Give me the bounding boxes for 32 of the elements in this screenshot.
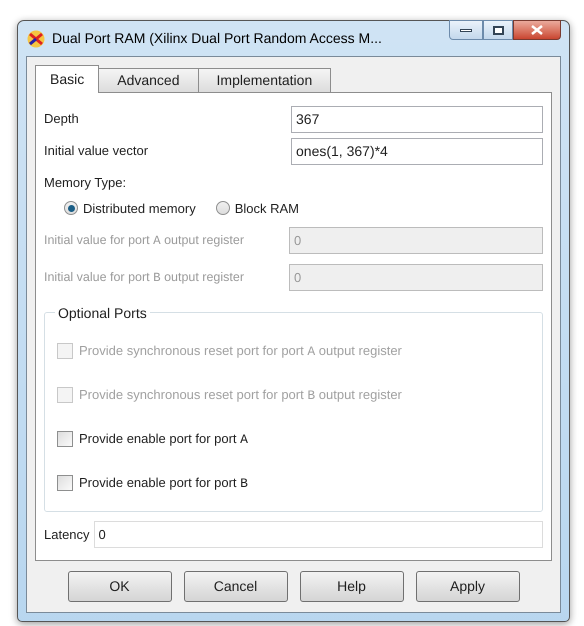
dialog-button[interactable]: OK [68,571,172,602]
minimize-button[interactable] [449,20,483,40]
close-button[interactable] [513,20,561,40]
radio-label: Block RAM [234,200,299,218]
section-label: Memory Type: [44,174,128,192]
field-label: Initial value for port B output register [44,268,245,287]
input-field[interactable]: 367 [291,106,543,132]
field-label: Initial value vector [44,142,150,160]
field-label: Initial value for port A output register [44,232,245,250]
checkbox-label: Provide enable port for port B [79,474,248,493]
tab[interactable]: Basic [35,65,100,93]
checkbox-label: Provide enable port for port A [79,430,248,449]
close-icon [531,25,543,35]
dialog-button[interactable]: Cancel [184,571,288,602]
maximize-button[interactable] [483,20,513,40]
tab[interactable]: Advanced [98,68,199,92]
input-field[interactable]: 0 [94,521,543,548]
input-field[interactable]: ones(1, 367)*4 [291,138,543,164]
app-logo-icon [27,30,45,48]
dialog-button[interactable]: Help [300,571,404,602]
checkbox[interactable] [57,431,73,447]
checkbox[interactable] [57,475,73,491]
radio-button[interactable] [216,201,230,216]
dialog-button[interactable]: Apply [416,571,520,602]
field-label: Depth [44,110,80,128]
field-label: Latency [44,526,90,544]
checkbox-label: Provide synchronous reset port for port A output register [79,342,402,361]
checkbox-label: Provide synchronous reset port for port B output register [79,386,402,405]
radio-button[interactable] [64,201,78,216]
radio-label: Distributed memory [83,200,196,218]
tab[interactable]: Implementation [198,68,332,92]
window-title: Dual Port RAM (Xilinx Dual Port Random Access M... [52,29,382,48]
